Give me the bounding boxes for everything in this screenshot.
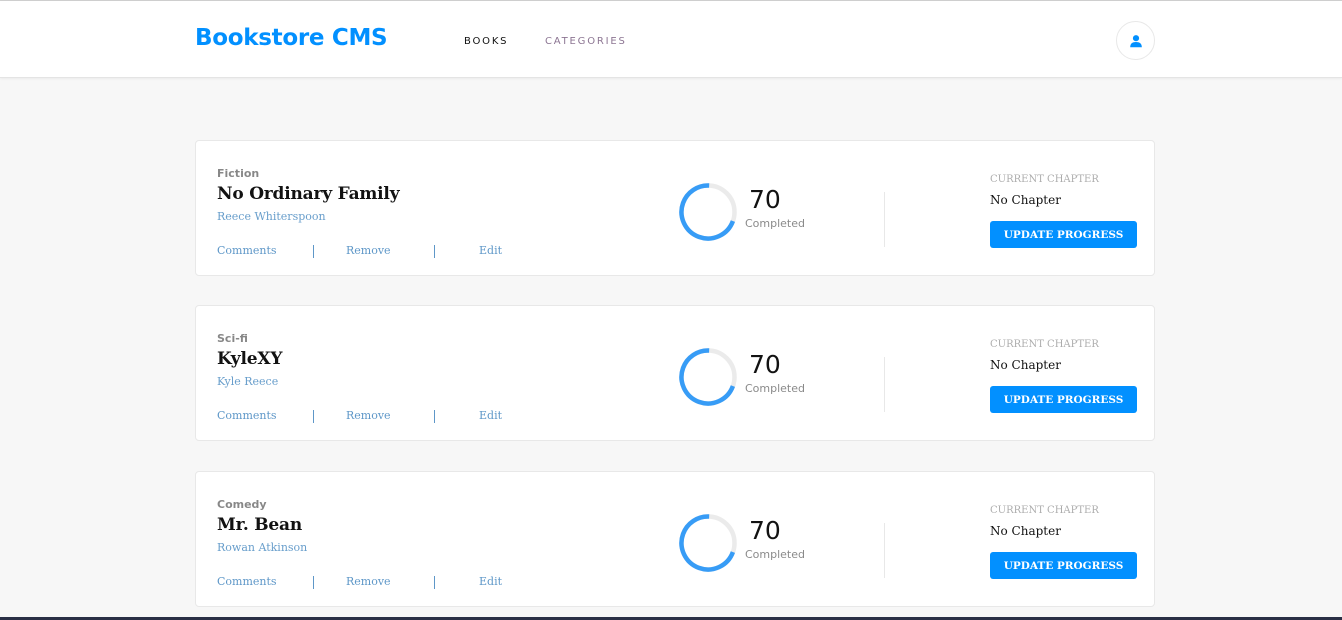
current-chapter-label: CURRENT CHAPTER xyxy=(990,339,1099,350)
comments-button[interactable]: Comments xyxy=(217,409,277,422)
current-chapter-value: No Chapter xyxy=(990,524,1061,538)
book-author: Kyle Reece xyxy=(217,375,279,388)
book-card: Sci-fi KyleXY Kyle Reece Comments Remove… xyxy=(195,305,1155,441)
current-chapter-label: CURRENT CHAPTER xyxy=(990,174,1099,185)
comments-button[interactable]: Comments xyxy=(217,575,277,588)
top-navbar: Bookstore CMS BOOKS CATEGORIES xyxy=(0,1,1342,78)
book-author: Reece Whiterspoon xyxy=(217,210,326,223)
progress-label: Completed xyxy=(745,548,805,561)
progress-label: Completed xyxy=(745,382,805,395)
book-title: Mr. Bean xyxy=(217,515,303,535)
edit-button[interactable]: Edit xyxy=(479,409,502,422)
progress-percent: 70 xyxy=(749,185,781,214)
nav-books-link[interactable]: BOOKS xyxy=(464,36,508,47)
action-divider xyxy=(434,245,435,258)
action-divider xyxy=(313,410,314,423)
progress-percent: 70 xyxy=(749,350,781,379)
user-icon xyxy=(1129,34,1142,47)
user-account-button[interactable] xyxy=(1116,21,1155,60)
vertical-divider xyxy=(884,523,885,578)
book-title: KyleXY xyxy=(217,349,283,369)
book-category: Fiction xyxy=(217,167,260,180)
update-progress-button[interactable]: UPDATE PROGRESS xyxy=(990,552,1137,579)
remove-button[interactable]: Remove xyxy=(346,244,391,257)
current-chapter-value: No Chapter xyxy=(990,193,1061,207)
update-progress-button[interactable]: UPDATE PROGRESS xyxy=(990,221,1137,248)
vertical-divider xyxy=(884,357,885,412)
book-category: Comedy xyxy=(217,498,267,511)
book-category: Sci-fi xyxy=(217,332,248,345)
nav-categories-link[interactable]: CATEGORIES xyxy=(545,36,627,47)
book-author: Rowan Atkinson xyxy=(217,541,308,554)
progress-label: Completed xyxy=(745,217,805,230)
remove-button[interactable]: Remove xyxy=(346,575,391,588)
action-divider xyxy=(434,576,435,589)
progress-ring xyxy=(679,514,737,572)
remove-button[interactable]: Remove xyxy=(346,409,391,422)
book-card: Comedy Mr. Bean Rowan Atkinson Comments … xyxy=(195,471,1155,607)
brand-logo[interactable]: Bookstore CMS xyxy=(195,25,388,51)
vertical-divider xyxy=(884,192,885,247)
current-chapter-value: No Chapter xyxy=(990,358,1061,372)
book-card: Fiction No Ordinary Family Reece Whiters… xyxy=(195,140,1155,276)
book-title: No Ordinary Family xyxy=(217,184,400,204)
progress-ring xyxy=(679,348,737,406)
edit-button[interactable]: Edit xyxy=(479,244,502,257)
current-chapter-label: CURRENT CHAPTER xyxy=(990,505,1099,516)
action-divider xyxy=(434,410,435,423)
update-progress-button[interactable]: UPDATE PROGRESS xyxy=(990,386,1137,413)
progress-percent: 70 xyxy=(749,516,781,545)
action-divider xyxy=(313,576,314,589)
comments-button[interactable]: Comments xyxy=(217,244,277,257)
progress-ring xyxy=(679,183,737,241)
edit-button[interactable]: Edit xyxy=(479,575,502,588)
action-divider xyxy=(313,245,314,258)
